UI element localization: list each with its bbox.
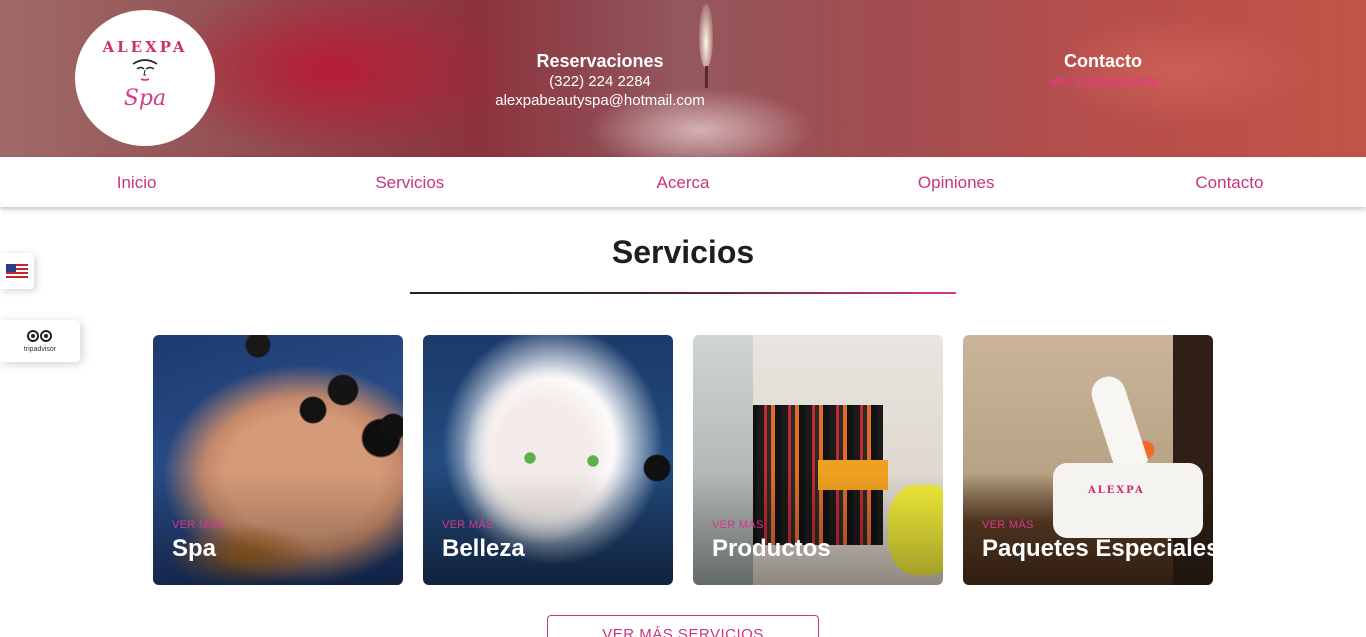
spa-logo[interactable]: ALEXPA Spa: [75, 10, 215, 146]
card-title: Paquetes Especiales: [982, 535, 1213, 562]
card-see-more: VER MÁS: [172, 519, 224, 531]
service-card-belleza[interactable]: VER MÁS Belleza: [423, 335, 673, 585]
contact-block: Contacto Ver Ubicaciones: [1000, 50, 1206, 91]
nav-item-opiniones[interactable]: Opiniones: [820, 157, 1093, 207]
card-title: Belleza: [442, 535, 525, 562]
towel-image: [1053, 463, 1203, 538]
logo-spa-text: Spa: [123, 85, 167, 111]
us-flag-icon: [6, 264, 28, 278]
tripadvisor-badge[interactable]: tripadvisor: [0, 320, 80, 362]
card-see-more: VER MÁS: [712, 519, 764, 531]
card-title: Spa: [172, 535, 217, 562]
tripadvisor-label: tripadvisor: [23, 345, 57, 353]
reservations-phone[interactable]: (322) 224 2284: [470, 72, 730, 91]
service-card-paquetes[interactable]: ALEXPA VER MÁS Paquetes Especiales: [963, 335, 1213, 585]
locations-link[interactable]: Ver Ubicaciones: [1000, 72, 1206, 91]
nav-item-contacto[interactable]: Contacto: [1093, 157, 1366, 207]
contact-title: Contacto: [1064, 51, 1142, 71]
nav-item-servicios[interactable]: Servicios: [273, 157, 546, 207]
card-see-more: VER MÁS: [442, 519, 494, 531]
card-see-more: VER MÁS: [982, 519, 1034, 531]
more-services-button[interactable]: VER MÁS SERVICIOS: [547, 615, 819, 637]
nav-item-inicio[interactable]: Inicio: [0, 157, 273, 207]
reservations-email[interactable]: alexpabeautyspa@hotmail.com: [470, 91, 730, 110]
section-divider: [410, 292, 956, 294]
page: ALEXPA Spa Reservaciones (322) 224 2284 …: [0, 0, 1366, 637]
reservations-title: Reservaciones: [536, 51, 664, 71]
logo-brand-text: ALEXPA: [102, 37, 188, 56]
card-title: Productos: [712, 535, 831, 562]
language-switch[interactable]: [0, 253, 34, 289]
main-nav: Inicio Servicios Acerca Opiniones Contac…: [0, 157, 1366, 207]
face-icon: [132, 58, 158, 81]
section-title: Servicios: [611, 234, 755, 270]
service-card-productos[interactable]: VER MÁS Productos: [693, 335, 943, 585]
tripadvisor-owl-icon: [27, 329, 53, 344]
reservations-block: Reservaciones (322) 224 2284 alexpabeaut…: [470, 50, 730, 110]
service-card-spa[interactable]: VER MÁS Spa: [153, 335, 403, 585]
nav-item-acerca[interactable]: Acerca: [546, 157, 819, 207]
towel-logo-text: ALEXPA: [1088, 485, 1145, 496]
